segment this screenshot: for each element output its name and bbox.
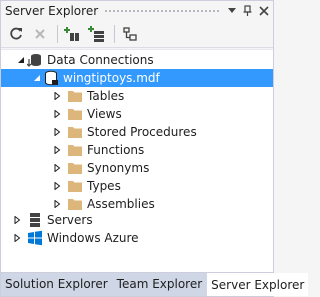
- toolbar-separator: [57, 25, 58, 43]
- tree-node-folder[interactable]: Functions: [1, 141, 273, 159]
- panel-title: Server Explorer: [5, 4, 99, 18]
- collapsed-arrow-icon[interactable]: [51, 180, 63, 192]
- folder-icon: [67, 196, 83, 212]
- titlebar-grip[interactable]: [104, 9, 219, 14]
- collapsed-arrow-icon[interactable]: [51, 144, 63, 156]
- tree-node-folder[interactable]: Stored Procedures: [1, 123, 273, 141]
- tree-label: Synonyms: [87, 161, 150, 175]
- tree-node-folder[interactable]: Synonyms: [1, 159, 273, 177]
- tree-node-folder[interactable]: Types: [1, 177, 273, 195]
- dropdown-arrow-icon[interactable]: [225, 3, 239, 19]
- connect-to-sharepoint-icon[interactable]: [119, 23, 141, 45]
- collapsed-arrow-icon[interactable]: [51, 108, 63, 120]
- collapsed-arrow-icon[interactable]: [51, 126, 63, 138]
- tree-node-windows-azure[interactable]: Windows Azure: [1, 229, 273, 247]
- tree-label: Types: [87, 179, 121, 193]
- tree-label: Servers: [47, 213, 93, 227]
- collapsed-arrow-icon[interactable]: [11, 214, 23, 226]
- windows-azure-icon: [27, 230, 43, 246]
- folder-icon: [67, 124, 83, 140]
- server-explorer-panel: Server Explorer Data Connections wingtip…: [0, 0, 309, 297]
- servers-icon: [27, 212, 43, 228]
- tree-label: Windows Azure: [47, 231, 139, 245]
- tree-label: Assemblies: [87, 197, 155, 211]
- tree-node-folder[interactable]: Views: [1, 105, 273, 123]
- folder-icon: [67, 142, 83, 158]
- expanded-arrow-icon[interactable]: [15, 54, 27, 66]
- tab-server-explorer[interactable]: Server Explorer: [207, 273, 309, 296]
- tab-solution-explorer[interactable]: Solution Explorer: [1, 273, 112, 295]
- tree-node-folder[interactable]: Tables: [1, 87, 273, 105]
- expanded-arrow-icon[interactable]: [31, 72, 43, 84]
- tree-label: Stored Procedures: [87, 125, 197, 139]
- folder-icon: [67, 160, 83, 176]
- tree-node-servers[interactable]: Servers: [1, 211, 273, 229]
- tree-label: Tables: [87, 89, 125, 103]
- collapsed-arrow-icon[interactable]: [51, 162, 63, 174]
- tab-team-explorer[interactable]: Team Explorer: [112, 273, 207, 295]
- server-explorer-tree[interactable]: Data Connections wingtiptoys.mdf Tables …: [1, 49, 273, 272]
- stop-icon[interactable]: [29, 23, 51, 45]
- data-connections-icon: [27, 52, 43, 68]
- toolbar-separator: [114, 25, 115, 43]
- tree-node-data-connections[interactable]: Data Connections: [1, 51, 273, 69]
- tree-label: Views: [87, 107, 122, 121]
- tree-label: Data Connections: [47, 53, 154, 67]
- folder-icon: [67, 106, 83, 122]
- connect-to-database-icon[interactable]: [62, 23, 84, 45]
- folder-icon: [67, 88, 83, 104]
- pin-icon[interactable]: [241, 3, 255, 19]
- collapsed-arrow-icon[interactable]: [11, 232, 23, 244]
- close-icon[interactable]: [257, 3, 271, 19]
- tree-label: wingtiptoys.mdf: [63, 71, 160, 85]
- collapsed-arrow-icon[interactable]: [51, 90, 63, 102]
- tree-node-database[interactable]: wingtiptoys.mdf: [1, 69, 273, 87]
- connect-to-server-icon[interactable]: [86, 23, 108, 45]
- collapsed-arrow-icon[interactable]: [51, 198, 63, 210]
- bottom-tab-strip: Solution Explorer Team Explorer Server E…: [1, 272, 309, 296]
- refresh-icon[interactable]: [5, 23, 27, 45]
- toolbar: [1, 21, 273, 48]
- tree-label: Functions: [87, 143, 145, 157]
- panel-titlebar[interactable]: Server Explorer: [1, 1, 273, 21]
- database-icon: [43, 70, 59, 86]
- folder-icon: [67, 178, 83, 194]
